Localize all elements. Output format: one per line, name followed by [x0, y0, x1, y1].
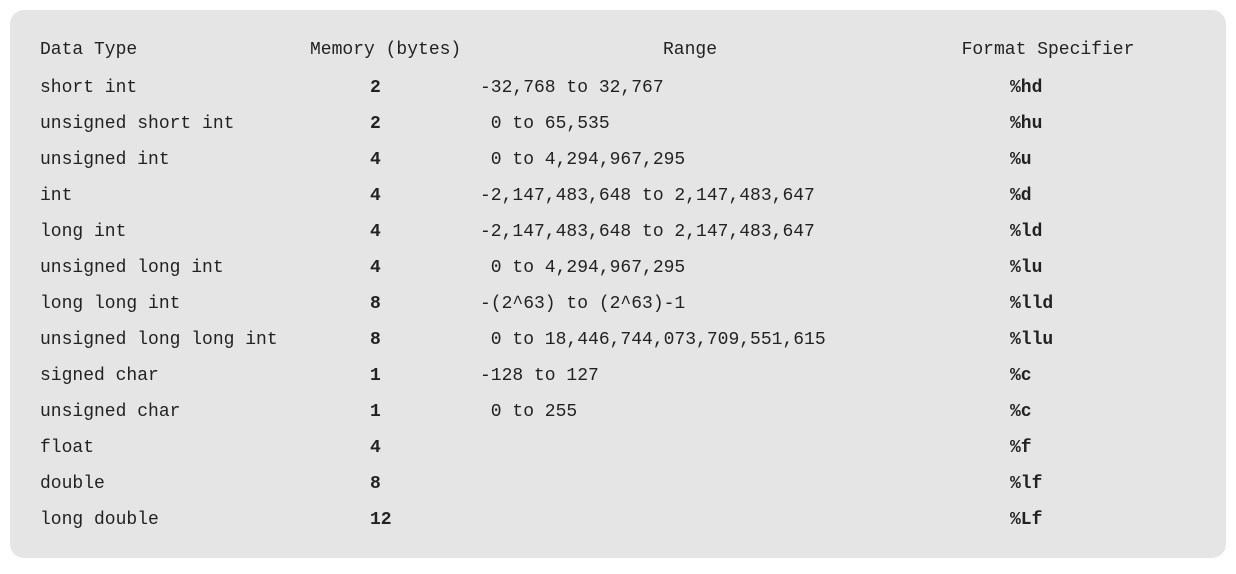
cell-data-type: int [40, 178, 310, 214]
table-row: float 4 %f [40, 430, 1196, 466]
cell-data-type: unsigned long long int [40, 322, 310, 358]
cell-format-specifier: %lf [900, 466, 1196, 502]
table-row: unsigned long long int 8 0 to 18,446,744… [40, 322, 1196, 358]
cell-data-type: unsigned short int [40, 106, 310, 142]
cell-data-type: unsigned char [40, 394, 310, 430]
cell-memory: 8 [310, 466, 480, 502]
table-row: int 4 -2,147,483,648 to 2,147,483,647 %d [40, 178, 1196, 214]
cell-range: 0 to 65,535 [480, 106, 900, 142]
cell-format-specifier: %c [900, 358, 1196, 394]
cell-data-type: long double [40, 502, 310, 538]
table-header-row: Data Type Memory (bytes) Range Format Sp… [40, 32, 1196, 68]
table-row: unsigned char 1 0 to 255 %c [40, 394, 1196, 430]
cell-format-specifier: %hd [900, 70, 1196, 106]
header-memory: Memory (bytes) [310, 32, 480, 68]
cell-memory: 1 [310, 358, 480, 394]
cell-format-specifier: %hu [900, 106, 1196, 142]
table-row: short int 2 -32,768 to 32,767 %hd [40, 70, 1196, 106]
table-row: long double 12 %Lf [40, 502, 1196, 538]
cell-memory: 4 [310, 178, 480, 214]
cell-format-specifier: %llu [900, 322, 1196, 358]
cell-range: -2,147,483,648 to 2,147,483,647 [480, 178, 900, 214]
cell-data-type: signed char [40, 358, 310, 394]
cell-memory: 8 [310, 286, 480, 322]
cell-range: -32,768 to 32,767 [480, 70, 900, 106]
cell-format-specifier: %lld [900, 286, 1196, 322]
cell-format-specifier: %Lf [900, 502, 1196, 538]
cell-memory: 4 [310, 250, 480, 286]
data-types-table: Data Type Memory (bytes) Range Format Sp… [10, 10, 1226, 558]
cell-memory: 12 [310, 502, 480, 538]
cell-data-type: long int [40, 214, 310, 250]
cell-format-specifier: %f [900, 430, 1196, 466]
table-row: signed char 1 -128 to 127 %c [40, 358, 1196, 394]
cell-memory: 8 [310, 322, 480, 358]
cell-memory: 4 [310, 142, 480, 178]
cell-memory: 2 [310, 70, 480, 106]
cell-memory: 2 [310, 106, 480, 142]
cell-range: 0 to 4,294,967,295 [480, 250, 900, 286]
cell-memory: 1 [310, 394, 480, 430]
table-row: unsigned long int 4 0 to 4,294,967,295 %… [40, 250, 1196, 286]
cell-data-type: short int [40, 70, 310, 106]
cell-data-type: unsigned long int [40, 250, 310, 286]
cell-format-specifier: %c [900, 394, 1196, 430]
cell-memory: 4 [310, 214, 480, 250]
cell-range: 0 to 18,446,744,073,709,551,615 [480, 322, 900, 358]
cell-data-type: float [40, 430, 310, 466]
cell-data-type: long long int [40, 286, 310, 322]
cell-format-specifier: %d [900, 178, 1196, 214]
cell-format-specifier: %ld [900, 214, 1196, 250]
table-row: unsigned int 4 0 to 4,294,967,295 %u [40, 142, 1196, 178]
cell-range: -(2^63) to (2^63)-1 [480, 286, 900, 322]
cell-format-specifier: %u [900, 142, 1196, 178]
cell-range: 0 to 4,294,967,295 [480, 142, 900, 178]
header-data-type: Data Type [40, 32, 310, 68]
table-row: long int 4 -2,147,483,648 to 2,147,483,6… [40, 214, 1196, 250]
cell-range: -128 to 127 [480, 358, 900, 394]
table-row: long long int 8 -(2^63) to (2^63)-1 %lld [40, 286, 1196, 322]
table-row: double 8 %lf [40, 466, 1196, 502]
cell-format-specifier: %lu [900, 250, 1196, 286]
cell-data-type: double [40, 466, 310, 502]
cell-range: 0 to 255 [480, 394, 900, 430]
cell-memory: 4 [310, 430, 480, 466]
cell-data-type: unsigned int [40, 142, 310, 178]
header-format-specifier: Format Specifier [900, 32, 1196, 68]
header-range: Range [480, 32, 900, 68]
cell-range: -2,147,483,648 to 2,147,483,647 [480, 214, 900, 250]
table-row: unsigned short int 2 0 to 65,535 %hu [40, 106, 1196, 142]
